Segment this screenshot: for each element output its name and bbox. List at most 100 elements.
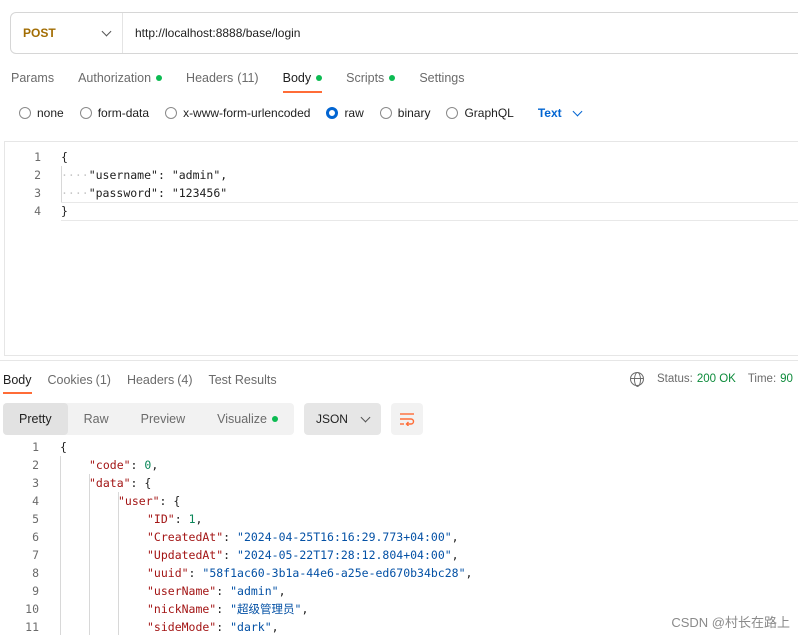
json-punct: :	[216, 584, 231, 598]
view-label: Pretty	[19, 412, 52, 426]
tab-label: Cookies	[47, 373, 93, 387]
language-label: Text	[537, 106, 562, 120]
time-value[interactable]: 90	[780, 373, 793, 385]
chevron-down-icon	[101, 26, 112, 36]
format-select[interactable]: JSON	[303, 403, 381, 435]
wrap-lines-icon	[399, 413, 415, 426]
radio-raw[interactable]: raw	[326, 106, 364, 120]
json-punct: :	[216, 620, 231, 634]
radio-form-data[interactable]: form-data	[79, 106, 150, 120]
code-line: ····"password": "123456"	[61, 184, 227, 202]
json-punct: :	[216, 602, 231, 616]
json-punct: ,	[451, 548, 459, 562]
line-number: 1	[34, 150, 41, 164]
json-value: "123456"	[171, 186, 228, 200]
body-type-options: none form-data x-www-form-urlencoded raw bin…	[19, 104, 583, 122]
code-text: {	[61, 150, 68, 164]
radio-binary[interactable]: binary	[379, 106, 430, 120]
code-line: "CreatedAt": "2024-04-25T16:16:29.773+04…	[147, 528, 459, 546]
url-bar: POST http://localhost:8888/base/login	[10, 12, 798, 54]
view-label: Raw	[83, 412, 109, 426]
tab-label: Scripts	[346, 71, 385, 85]
indent-guide	[61, 166, 62, 202]
radio-GraphQL[interactable]: GraphQL	[446, 106, 514, 120]
line-number: 4	[32, 494, 39, 508]
indent-guide	[89, 474, 90, 635]
radio-circle-icon	[379, 107, 392, 119]
response-tab-test-results[interactable]: Test Results	[208, 373, 276, 387]
radio-circle-icon	[79, 107, 92, 119]
tab-body[interactable]: Body	[282, 71, 323, 93]
chevron-down-icon	[572, 106, 583, 116]
line-number: 1	[32, 440, 39, 454]
json-value: "admin"	[230, 584, 279, 598]
tab-label: Test Results	[208, 373, 277, 387]
line-number: 6	[32, 530, 39, 544]
indent-guide	[118, 492, 119, 635]
tab-label: Headers	[126, 373, 175, 387]
response-status: Status: 200 OK Time: 90	[630, 370, 793, 388]
json-punct: ,	[220, 168, 228, 182]
tab-count: (1)	[95, 373, 111, 387]
code-line: "nickName": "超级管理员",	[147, 600, 308, 618]
code-line: {	[61, 148, 68, 166]
view-preview[interactable]: Preview	[125, 403, 201, 435]
response-tab-body[interactable]: Body	[3, 373, 32, 394]
radio-circle-icon	[326, 107, 339, 119]
wrap-lines-button[interactable]	[390, 403, 423, 435]
json-punct: ,	[271, 620, 279, 634]
radio-label: raw	[344, 106, 364, 120]
json-key: "nickName"	[147, 602, 217, 616]
view-visualize[interactable]: Visualize	[201, 403, 294, 435]
json-key: "user"	[118, 494, 160, 508]
tab-headers[interactable]: Headers (11)	[186, 71, 259, 85]
json-punct: {	[60, 440, 67, 454]
radio-label: x-www-form-urlencoded	[183, 106, 311, 120]
tab-scripts[interactable]: Scripts	[346, 71, 396, 85]
code-line: "UpdatedAt": "2024-05-22T17:28:12.804+04…	[147, 546, 459, 564]
json-key: "UpdatedAt"	[147, 548, 224, 562]
json-key: "username"	[88, 168, 158, 182]
view-raw[interactable]: Raw	[68, 403, 125, 435]
status-dot-icon	[316, 75, 323, 81]
json-separator: :	[157, 186, 172, 200]
radio-label: form-data	[97, 106, 150, 120]
tab-authorization[interactable]: Authorization	[78, 71, 163, 85]
tab-label: Body	[3, 373, 32, 387]
tab-count: (4)	[177, 373, 193, 387]
status-value[interactable]: 200 OK	[697, 373, 736, 385]
request-body-editor[interactable]: 1{2 ····"username": "admin", 3 ····"passwor…	[4, 141, 798, 356]
radio-label: GraphQL	[464, 106, 514, 120]
view-pretty[interactable]: Pretty	[3, 403, 68, 435]
time-label: Time:	[747, 373, 777, 385]
view-mode-tabs: Pretty Raw Preview Visualize	[3, 403, 294, 435]
code-line: "ID": 1,	[147, 510, 202, 528]
json-punct: : {	[130, 476, 152, 490]
response-tab-headers[interactable]: Headers (4)	[127, 373, 193, 387]
status-dot-icon	[389, 75, 396, 81]
json-value: "2024-04-25T16:16:29.773+04:00"	[237, 530, 452, 544]
watermark: CSDN @村长在路上	[671, 615, 790, 630]
tab-settings[interactable]: Settings	[419, 71, 464, 85]
json-punct: :	[223, 548, 238, 562]
method-select[interactable]: POST	[11, 13, 123, 53]
line-number: 2	[32, 458, 39, 472]
json-key: "ID"	[147, 512, 175, 526]
view-label: Preview	[140, 412, 186, 426]
response-tab-cookies[interactable]: Cookies (1)	[48, 373, 111, 387]
tab-params[interactable]: Params	[11, 71, 54, 85]
tab-label: Body	[282, 71, 312, 85]
json-punct: :	[174, 512, 189, 526]
url-input[interactable]: http://localhost:8888/base/login	[123, 26, 300, 40]
json-key: "uuid"	[147, 566, 189, 580]
line-number: 8	[32, 566, 39, 580]
whitespace-marker: ····	[61, 186, 89, 200]
json-punct: ,	[451, 530, 459, 544]
line-number: 3	[34, 186, 41, 200]
radio-none[interactable]: none	[19, 106, 64, 120]
json-punct: ,	[301, 602, 309, 616]
radio-x-www-form-urlencoded[interactable]: x-www-form-urlencoded	[165, 106, 310, 120]
pane-divider[interactable]	[0, 360, 798, 361]
language-select[interactable]: Text	[537, 106, 583, 120]
globe-icon[interactable]	[630, 372, 644, 387]
